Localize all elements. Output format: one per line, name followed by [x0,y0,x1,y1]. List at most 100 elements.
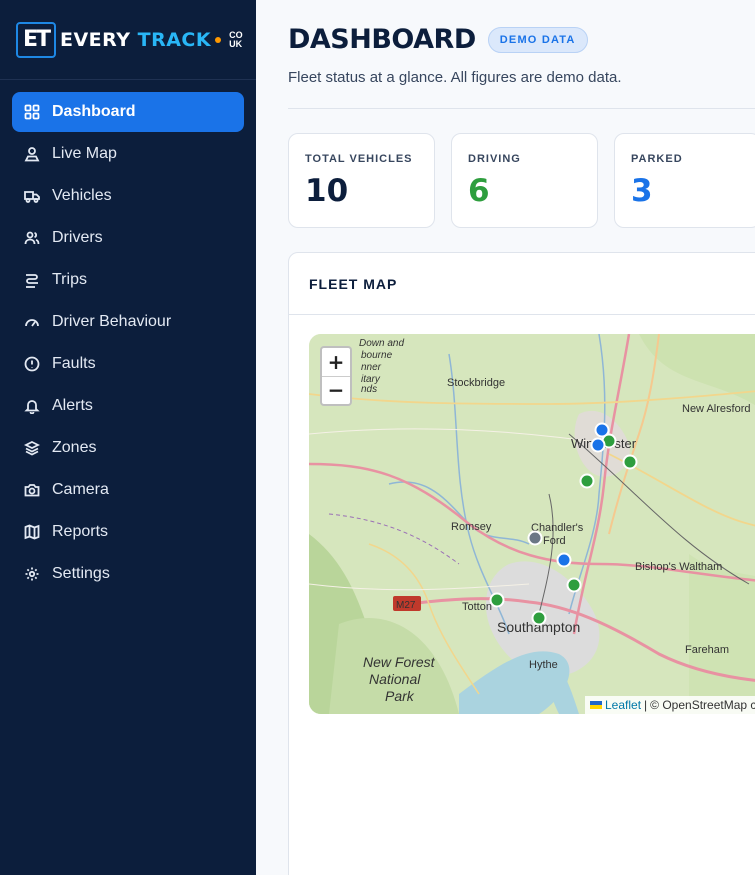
users-icon [24,231,40,245]
vehicle-marker-parked[interactable] [556,552,572,568]
vehicle-marker-offline[interactable] [527,530,543,546]
stat-card-parked[interactable]: PARKED 3 [614,133,755,228]
sidebar-item-live-map[interactable]: Live Map [12,134,244,174]
fleet-map[interactable]: Stockbridge New Alresford Winchester Rom… [309,334,755,714]
stat-label: TOTAL VEHICLES [305,153,413,165]
map-pin-user-icon [24,147,40,162]
map-tiles[interactable]: Stockbridge New Alresford Winchester Rom… [309,334,755,714]
logo-dot-icon [215,36,222,43]
vehicle-marker-driving[interactable] [566,577,582,593]
sidebar-item-camera[interactable]: Camera [12,470,244,510]
sidebar-item-label: Camera [52,481,109,498]
sidebar-item-reports[interactable]: Reports [12,512,244,552]
sidebar-item-label: Reports [52,523,109,540]
sidebar-item-label: Trips [52,271,87,288]
main-content: DASHBOARD DEMO DATA Fleet status at a gl… [256,0,755,875]
stat-label: PARKED [631,153,683,165]
camera-icon [24,484,40,497]
brand-logo[interactable]: ET EVERY TRACK CO UK [16,21,243,58]
map-label-bishops-waltham: Bishop's Waltham [635,561,722,573]
stat-value: 10 [305,173,349,209]
map-label-park: Park [385,688,415,704]
fleet-map-card: FLEET MAP Stockbridge New Alresford Roms… [288,252,755,875]
vehicle-marker-driving[interactable] [531,610,547,626]
logo-area: ET EVERY TRACK CO UK [0,0,256,80]
map-label-romsey: Romsey [451,521,492,533]
leaflet-link[interactable]: Leaflet [605,698,641,712]
book-map-icon [24,524,40,540]
grid-icon [24,104,40,120]
sidebar: ET EVERY TRACK CO UK Dashboard Live Map … [0,0,256,875]
alert-circle-icon [24,356,40,372]
map-label-new-alresford: New Alresford [682,403,750,415]
zoom-in-button[interactable]: + [322,348,350,376]
map-label-nner: nner [361,362,382,373]
demo-data-badge: DEMO DATA [487,26,588,53]
stat-cards: TOTAL VEHICLES 10 DRIVING 6 PARKED 3 [288,133,755,228]
sidebar-item-label: Vehicles [52,187,112,204]
logo-tld-bottom: UK [229,38,243,49]
map-label-hythe: Hythe [529,659,558,671]
map-zoom-control: + − [320,346,352,406]
sidebar-item-settings[interactable]: Settings [12,554,244,594]
title-row: DASHBOARD DEMO DATA [288,24,755,55]
sidebar-item-label: Faults [52,355,96,372]
osm-attribution[interactable]: © OpenStreetMap c [650,698,755,712]
sidebar-item-driver-behaviour[interactable]: Driver Behaviour [12,302,244,342]
zoom-out-button[interactable]: − [322,375,350,404]
map-label-down-and: Down and [359,338,404,349]
stat-label: DRIVING [468,153,521,165]
page-subtitle: Fleet status at a glance. All figures ar… [288,69,622,86]
sidebar-item-alerts[interactable]: Alerts [12,386,244,426]
sidebar-item-vehicles[interactable]: Vehicles [12,176,244,216]
layers-icon [24,440,40,456]
stat-value: 3 [631,173,653,209]
map-label-totton: Totton [462,601,492,613]
sidebar-item-drivers[interactable]: Drivers [12,218,244,258]
logo-mark: ET [16,21,56,58]
fleet-map-title: FLEET MAP [309,275,398,292]
truck-icon [24,191,40,203]
logo-text-b: TRACK [137,28,212,51]
sidebar-item-label: Drivers [52,229,103,246]
vehicle-marker-driving[interactable] [489,592,505,608]
sidebar-item-label: Settings [52,565,110,582]
map-label-stockbridge: Stockbridge [447,377,505,389]
map-label-new-forest: New Forest [363,654,436,670]
logo-tld: CO UK [229,30,243,49]
sidebar-nav: Dashboard Live Map Vehicles Drivers Trip… [0,80,256,608]
map-label-bourne: bourne [361,350,393,361]
sidebar-item-label: Alerts [52,397,93,414]
sidebar-item-label: Driver Behaviour [52,313,172,330]
route-icon [26,274,38,288]
attribution-separator: | [644,698,648,712]
page-title: DASHBOARD [288,24,476,55]
map-label-fareham: Fareham [685,644,729,656]
sidebar-item-zones[interactable]: Zones [12,428,244,468]
gear-icon [25,567,39,581]
vehicle-marker-parked[interactable] [590,437,606,453]
map-label-nds: nds [361,384,377,395]
page-header: DASHBOARD DEMO DATA Fleet status at a gl… [288,24,755,86]
sidebar-item-faults[interactable]: Faults [12,344,244,384]
sidebar-item-label: Live Map [52,145,117,162]
stat-card-total-vehicles[interactable]: TOTAL VEHICLES 10 [288,133,435,228]
gauge-icon [25,319,39,327]
header-divider [288,108,755,109]
ukraine-flag-icon [590,701,602,709]
map-attribution: Leaflet | © OpenStreetMap c [585,696,755,714]
stat-card-driving[interactable]: DRIVING 6 [451,133,598,228]
logo-text-a: EVERY [60,28,138,51]
vehicle-marker-driving[interactable] [579,473,595,489]
map-label-m27: M27 [396,600,416,611]
map-label-ford: Ford [543,535,566,547]
fleet-map-header: FLEET MAP [289,253,755,315]
stat-value: 6 [468,173,490,209]
vehicle-marker-driving[interactable] [622,454,638,470]
bell-icon [24,400,40,414]
sidebar-item-trips[interactable]: Trips [12,260,244,300]
map-label-national: National [369,671,421,687]
sidebar-item-dashboard[interactable]: Dashboard [12,92,244,132]
sidebar-item-label: Dashboard [52,103,136,120]
sidebar-item-label: Zones [52,439,97,456]
